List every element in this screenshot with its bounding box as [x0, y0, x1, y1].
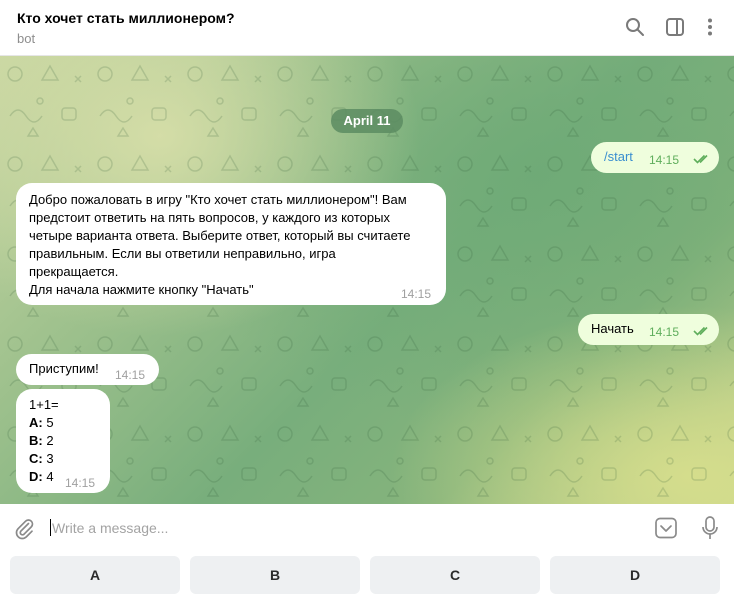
answer-button-c[interactable]: C — [370, 556, 540, 594]
text-caret — [50, 519, 51, 536]
message-line: правильным. Если вы ответили неправильно… — [29, 246, 336, 261]
attach-icon[interactable] — [12, 516, 36, 540]
read-checkmarks-icon — [693, 326, 708, 336]
read-checkmarks-icon — [693, 154, 708, 164]
chat-title[interactable]: Кто хочет стать миллионером? — [17, 10, 235, 26]
option-value: 3 — [46, 451, 54, 466]
answer-option: D: 4 — [29, 468, 54, 486]
option-letter: A: — [29, 415, 43, 430]
option-letter: D: — [29, 469, 43, 484]
answer-option: C: 3 — [29, 450, 54, 468]
message-text: Приступим! — [29, 361, 99, 376]
message-time: 14:15 — [649, 153, 680, 167]
answer-option: B: 2 — [29, 432, 54, 450]
answer-button-a[interactable]: A — [10, 556, 180, 594]
option-value: 5 — [46, 415, 54, 430]
message-incoming[interactable]: Добро пожаловать в игру "Кто хочет стать… — [16, 183, 446, 305]
message-time: 14:15 — [649, 325, 680, 339]
answer-button-d[interactable]: D — [550, 556, 720, 594]
sidebar-toggle-icon[interactable] — [664, 16, 686, 38]
message-line: Добро пожаловать в игру "Кто хочет стать… — [29, 192, 407, 207]
answer-option: A: 5 — [29, 414, 54, 432]
question-text: 1+1= — [29, 397, 59, 412]
microphone-icon[interactable] — [700, 515, 720, 541]
message-outgoing[interactable]: Начать 14:15 — [578, 314, 719, 345]
option-value: 2 — [46, 433, 54, 448]
message-text: Добро пожаловать в игру "Кто хочет стать… — [29, 191, 441, 299]
message-line: четыре варианта ответа. Выберите ответ, … — [29, 228, 411, 243]
message-input[interactable] — [52, 517, 612, 539]
bot-command-link[interactable]: /start — [604, 148, 633, 166]
chat-header: Кто хочет стать миллионером? bot — [0, 0, 734, 56]
search-icon[interactable] — [624, 16, 646, 38]
option-value: 4 — [46, 469, 54, 484]
date-separator: April 11 — [331, 109, 403, 133]
message-list[interactable]: April 11 /start 14:15 Добро пожаловать в… — [0, 56, 734, 504]
option-letter: B: — [29, 433, 43, 448]
message-time: 14:15 — [115, 368, 146, 382]
message-line: прекращается. — [29, 264, 119, 279]
message-incoming[interactable]: 1+1= A: 5 B: 2 C: 3 D: 4 14:15 — [16, 389, 110, 493]
message-text: Начать — [591, 321, 634, 336]
keyboard-icon[interactable] — [654, 516, 678, 540]
chat-subtitle: bot — [17, 31, 36, 46]
reply-keyboard: A B C D — [0, 550, 734, 600]
message-incoming[interactable]: Приступим! 14:15 — [16, 354, 159, 385]
message-time: 14:15 — [401, 287, 432, 301]
answer-button-b[interactable]: B — [190, 556, 360, 594]
message-line: Для начала нажмите кнопку "Начать" — [29, 282, 254, 297]
message-composer — [0, 504, 734, 550]
option-letter: C: — [29, 451, 43, 466]
message-line: предстоит ответить на пять вопросов, у к… — [29, 210, 390, 225]
message-outgoing[interactable]: /start 14:15 — [591, 142, 719, 173]
more-vert-icon[interactable] — [699, 16, 721, 38]
message-time: 14:15 — [65, 476, 96, 490]
